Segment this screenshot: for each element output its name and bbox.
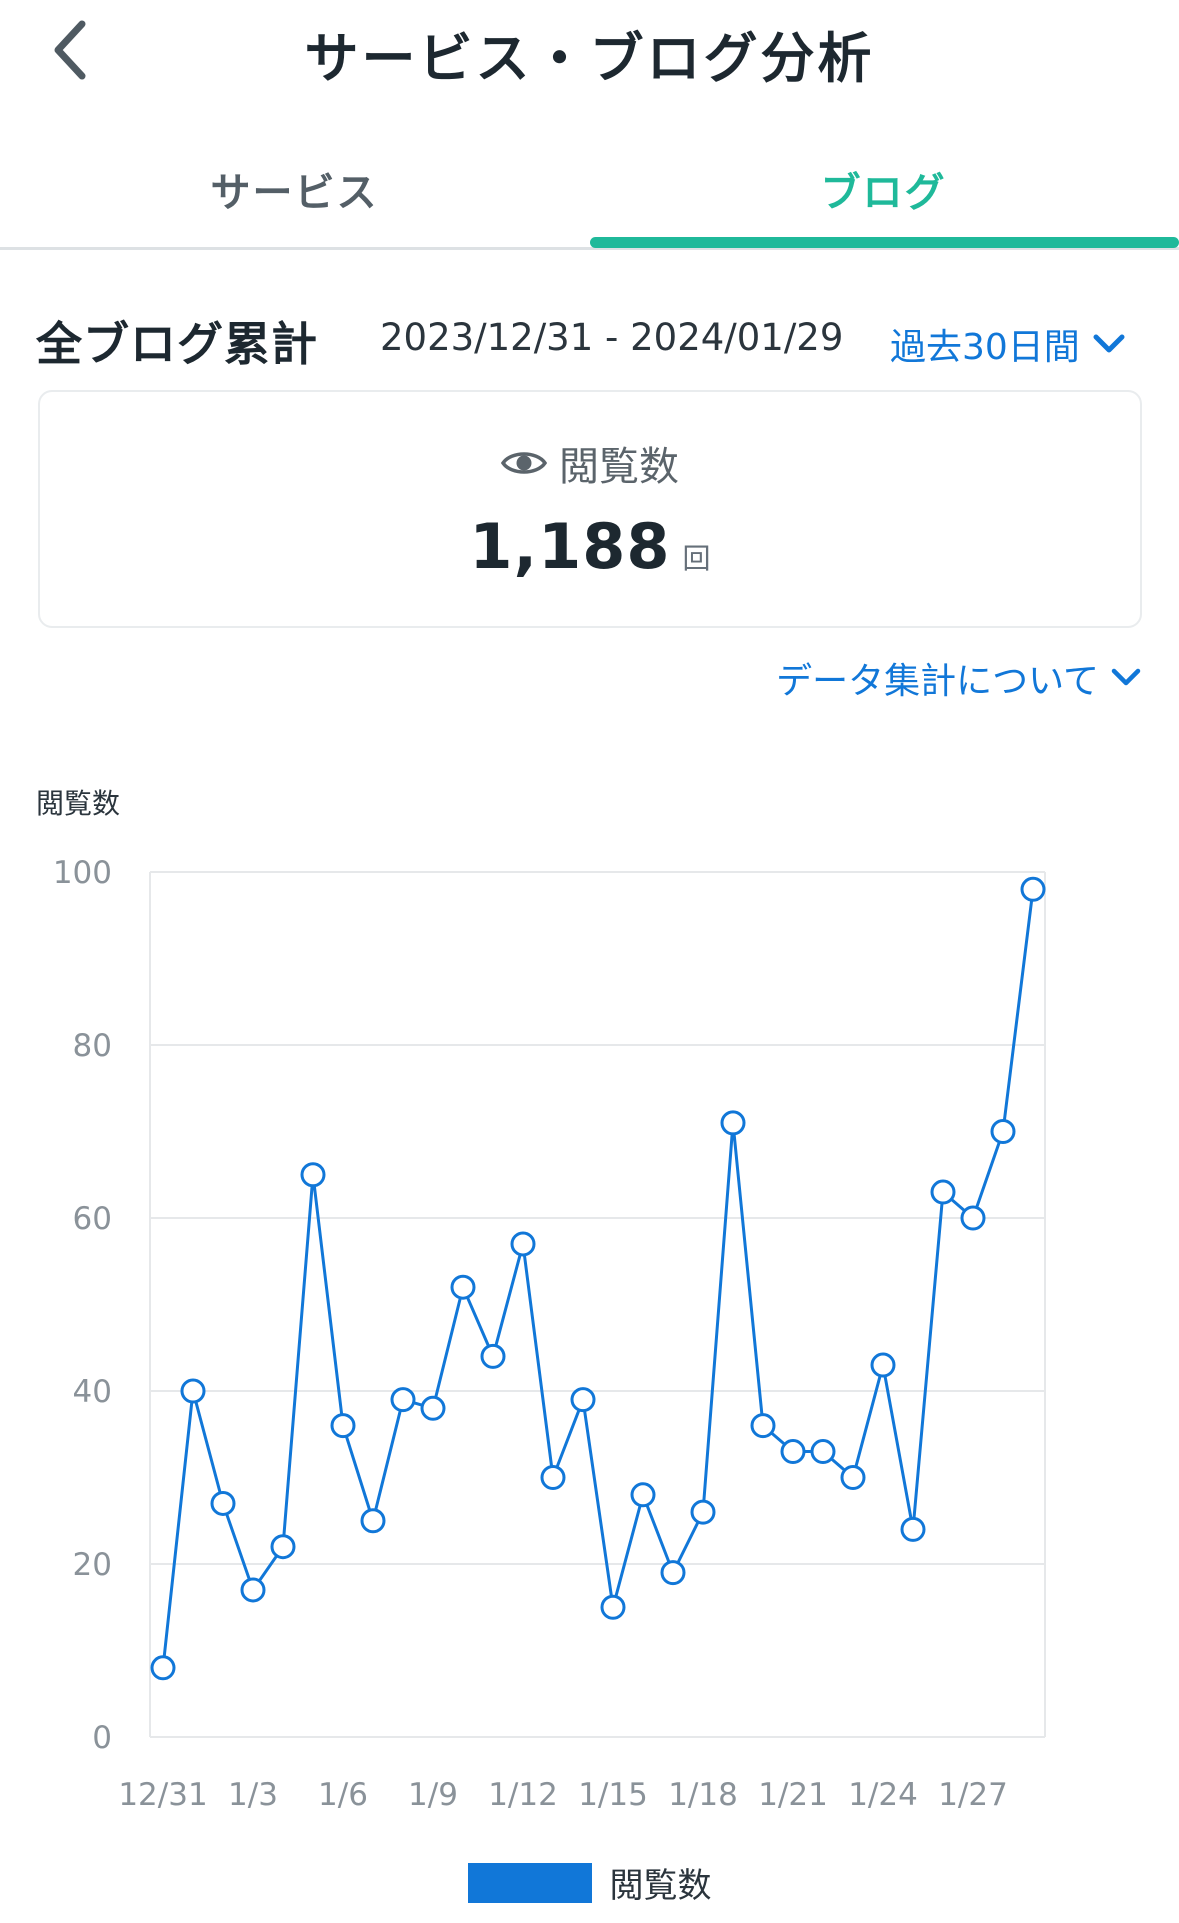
x-tick-label: 1/18 [668,1777,738,1813]
data-point [1020,876,1046,902]
data-point [570,1387,596,1413]
active-tab-indicator [590,237,1179,248]
x-tick-label: 1/24 [848,1777,918,1813]
page-title: サービス・ブログ分析 [304,27,875,90]
stat-label-row: 閲覧数 [40,434,1140,492]
stat-card-views: 閲覧数 1,188 回 [38,390,1142,628]
views-line-chart: 020406080100 12/31 1/3 1/6 1/9 1/12 1/15 1/18 1… [53,855,1046,1813]
legend-label: 閲覧数 [609,1866,712,1906]
data-point [780,1439,806,1465]
eye-icon [501,452,547,474]
data-point [840,1465,866,1490]
data-point [450,1274,476,1300]
stat-unit: 回 [682,542,711,575]
y-tick-label: 60 [73,1201,112,1237]
data-point [750,1413,776,1439]
data-point [390,1387,416,1413]
data-point [930,1179,956,1205]
data-point [870,1352,896,1378]
x-tick-label: 12/31 [118,1777,207,1813]
data-point [330,1413,356,1439]
x-tick-label: 1/27 [938,1777,1008,1813]
data-point [360,1508,386,1534]
y-tick-labels: 0 20 40 60 80 100 [53,855,112,1756]
period-label: 過去30日間 [890,327,1080,368]
chart-legend: 閲覧数 [0,1858,1179,1907]
data-point [420,1395,446,1421]
data-point [630,1482,656,1508]
x-tick-label: 1/6 [318,1777,368,1813]
data-point [150,1655,176,1681]
data-point [960,1205,986,1231]
data-point [810,1439,836,1465]
data-point [660,1560,686,1586]
y-tick-label: 0 [92,1720,112,1756]
about-label: データ集計について [776,661,1099,702]
data-point [600,1594,626,1620]
chevron-down-icon [1093,334,1125,353]
tab-blog[interactable]: ブログ [589,130,1178,247]
header: サービス・ブログ分析 [0,0,1179,110]
period-dropdown[interactable]: 過去30日間 [890,318,1126,370]
chevron-down-icon [1111,668,1141,686]
x-tick-label: 1/9 [408,1777,458,1813]
chart-y-axis-title: 閲覧数 [36,787,121,820]
data-point [690,1499,716,1525]
summary-row: 全ブログ累計 2023/12/31 - 2024/01/29 過去30日間 [0,300,1179,380]
data-point [240,1577,266,1603]
x-tick-label: 1/15 [578,1777,648,1813]
stat-label: 閲覧数 [559,444,679,490]
data-point [510,1231,536,1257]
x-tick-label: 1/12 [488,1777,558,1813]
data-point [720,1110,746,1136]
data-point [540,1465,566,1490]
data-point [480,1343,506,1369]
y-tick-label: 40 [73,1374,112,1410]
x-tick-label: 1/3 [228,1777,278,1813]
data-point [180,1378,206,1404]
tab-bar: サービス ブログ [0,130,1179,250]
y-tick-label: 100 [53,855,112,891]
y-tick-label: 20 [73,1547,112,1583]
chart-grid [149,871,1046,1738]
data-point [270,1534,296,1560]
data-point [210,1490,236,1516]
data-point [900,1516,926,1542]
stat-value: 1,188 [469,510,671,583]
data-point [990,1119,1016,1144]
data-point [300,1162,326,1188]
x-tick-label: 1/21 [758,1777,828,1813]
stat-value-row: 1,188 回 [40,510,1140,583]
summary-title: 全ブログ累計 [36,317,318,371]
data-aggregation-link[interactable]: データ集計について [776,652,1141,704]
x-tick-labels: 12/31 1/3 1/6 1/9 1/12 1/15 1/18 1/21 1/24 1/27 [118,1777,1007,1813]
date-range: 2023/12/31 - 2024/01/29 [380,316,844,359]
legend-swatch [467,1862,592,1903]
data-points [150,876,1046,1681]
y-tick-label: 80 [73,1028,112,1064]
tab-service[interactable]: サービス [0,130,589,247]
